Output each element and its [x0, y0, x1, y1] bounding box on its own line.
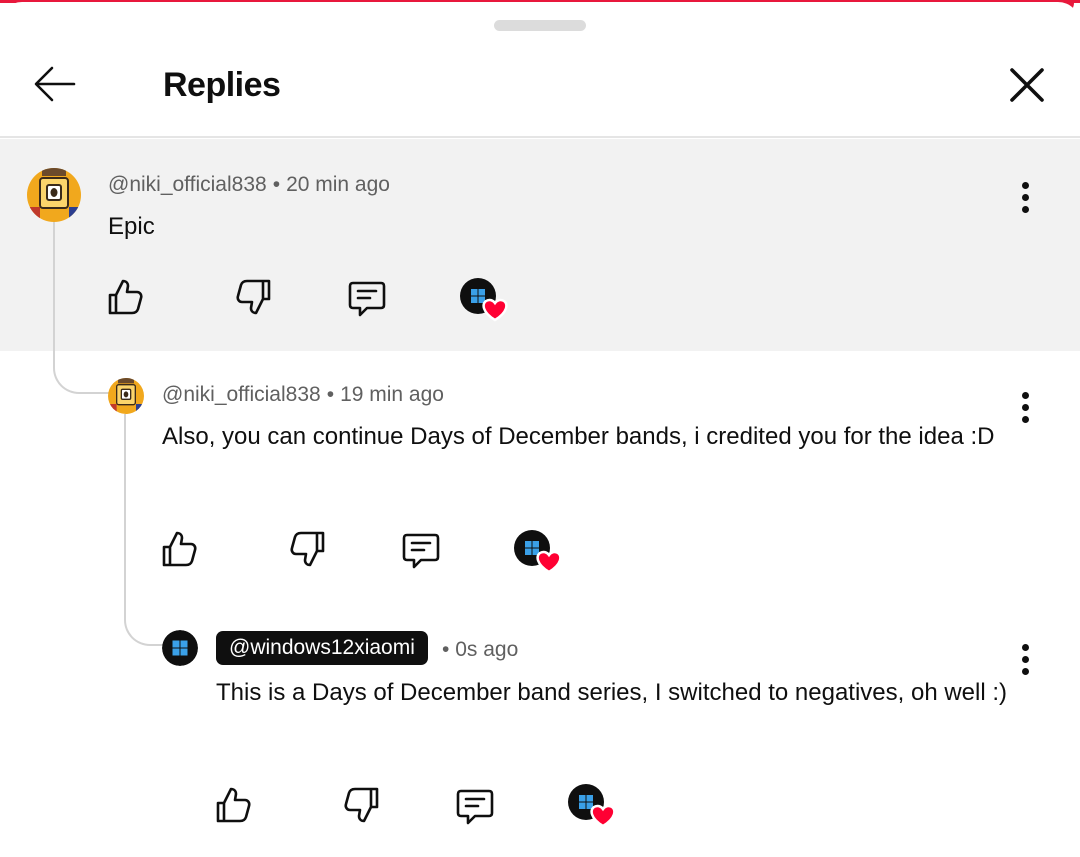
- owner-author-chip[interactable]: @windows12xiaomi: [216, 631, 428, 665]
- dislike-button[interactable]: [287, 528, 329, 570]
- like-button[interactable]: [158, 528, 200, 570]
- comment-meta: • 0s ago: [442, 638, 518, 662]
- arrow-left-icon: [34, 66, 76, 102]
- comment-meta: @niki_official838 • 19 min ago: [162, 383, 444, 407]
- more-options-button[interactable]: [1010, 178, 1040, 218]
- creator-heart-icon: [568, 784, 616, 828]
- comment-text: Also, you can continue Days of December …: [162, 423, 995, 450]
- like-button[interactable]: [212, 784, 254, 826]
- replies-header: Replies: [0, 42, 1080, 138]
- avatar-image: [27, 168, 81, 222]
- meta-separator: •: [442, 638, 450, 661]
- more-vertical-icon: [1022, 392, 1029, 399]
- author-handle[interactable]: @niki_official838: [162, 383, 321, 406]
- avatar-image: [108, 378, 144, 414]
- avatar[interactable]: [27, 168, 81, 222]
- creator-heart-badge: [460, 278, 508, 322]
- windows-logo-icon: [162, 630, 198, 666]
- dislike-button[interactable]: [341, 784, 383, 826]
- comment-text: This is a Days of December band series, …: [216, 679, 1008, 706]
- thumbs-up-icon: [108, 279, 143, 315]
- reply-icon: [348, 281, 386, 317]
- meta-separator: •: [326, 383, 335, 406]
- thumbs-up-icon: [216, 787, 251, 823]
- avatar[interactable]: [162, 630, 198, 666]
- more-options-button[interactable]: [1010, 640, 1040, 680]
- close-icon: [1010, 68, 1044, 102]
- reply-button[interactable]: [400, 530, 442, 572]
- thumbs-down-icon: [344, 787, 379, 823]
- thumbs-down-icon: [290, 531, 325, 567]
- replies-sheet: Replies @niki_official838 • 20 min ago Epi…: [0, 2, 1080, 857]
- comment-timestamp: 19 min ago: [340, 383, 444, 406]
- creator-heart-badge: [568, 784, 616, 828]
- meta-separator: •: [272, 173, 281, 196]
- author-handle[interactable]: @niki_official838: [108, 173, 267, 196]
- like-button[interactable]: [104, 276, 146, 318]
- thread-connector: [53, 222, 109, 394]
- reply-button[interactable]: [454, 786, 496, 828]
- back-button[interactable]: [28, 58, 82, 112]
- thumbs-down-icon: [236, 279, 271, 315]
- comment-timestamp: 20 min ago: [286, 173, 390, 196]
- creator-heart-icon: [514, 530, 562, 574]
- comment-timestamp: 0s ago: [455, 638, 519, 661]
- creator-heart-icon: [460, 278, 508, 322]
- reply-button[interactable]: [346, 278, 388, 320]
- comment-meta: @niki_official838 • 20 min ago: [108, 173, 390, 197]
- dislike-button[interactable]: [233, 276, 275, 318]
- more-vertical-icon: [1022, 182, 1029, 189]
- avatar[interactable]: [108, 378, 144, 414]
- close-button[interactable]: [1000, 58, 1054, 112]
- thumbs-up-icon: [162, 531, 197, 567]
- reply-icon: [402, 533, 440, 569]
- more-vertical-icon: [1022, 644, 1029, 651]
- drag-handle[interactable]: [494, 20, 586, 31]
- reply-icon: [456, 789, 494, 825]
- more-options-button[interactable]: [1010, 388, 1040, 428]
- creator-heart-badge: [514, 530, 562, 574]
- page-title: Replies: [163, 66, 281, 104]
- comment-text: Epic: [108, 213, 155, 240]
